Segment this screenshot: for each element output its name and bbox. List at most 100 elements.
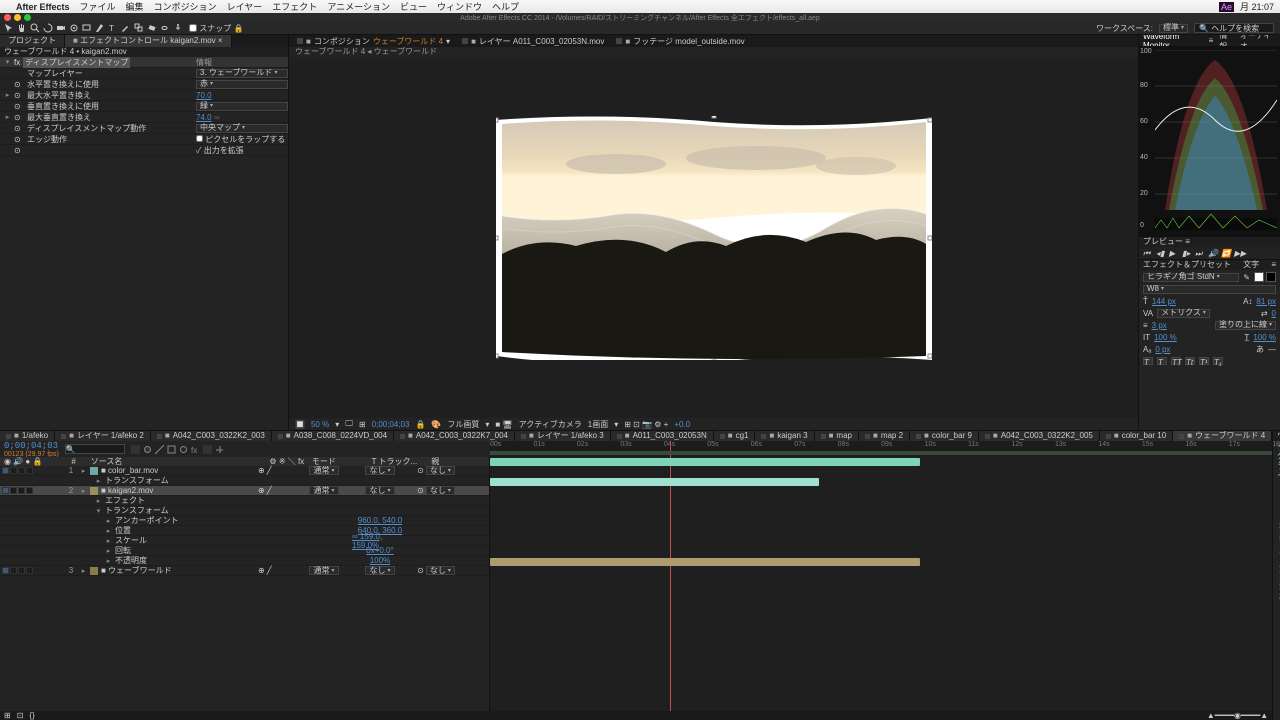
layer-bar[interactable]	[490, 478, 819, 486]
timeline-tab[interactable]: ■ 1/afeko	[0, 431, 55, 441]
preview-controls[interactable]: ⏮ ◂▮ ▶ ▮▸ ⏭ 🔊 🔁 ▶▶	[1139, 247, 1280, 259]
text-tool-icon[interactable]: T	[108, 23, 118, 33]
clone-tool-icon[interactable]	[134, 23, 144, 33]
viewer-tab-layer[interactable]: ■ レイヤー A011_C003_02053N.mov	[458, 36, 608, 46]
zoom-icon[interactable]	[24, 14, 31, 21]
timeline-tabs[interactable]: ■ 1/afeko■ レイヤー 1/afeko 2■ A042_C003_032…	[0, 431, 1272, 441]
selection-tool-icon[interactable]	[4, 23, 14, 33]
roto-tool-icon[interactable]	[160, 23, 170, 33]
layer-property-row[interactable]: ▸トランスフォーム	[0, 476, 489, 486]
timeline-footer[interactable]: ⊞ ⊡ {} ▲━━━━◉━━━━▲	[0, 711, 1272, 720]
prop-map-layer[interactable]: マップレイヤー3. ウェーブワールド	[0, 68, 288, 79]
stroke-swatch[interactable]	[1266, 272, 1276, 282]
loop-icon[interactable]: 🔁	[1221, 249, 1230, 257]
timeline-tab[interactable]: ■ A042_C003_0322K2_003	[151, 431, 272, 441]
prop-expand-output[interactable]: ⊙✓ 出力を拡張	[0, 145, 288, 156]
rect-tool-icon[interactable]	[82, 23, 92, 33]
layer-search[interactable]	[65, 444, 125, 454]
fill-swatch[interactable]	[1254, 272, 1264, 282]
prev-frame-icon[interactable]: ◂▮	[1156, 249, 1165, 257]
viewer-breadcrumb[interactable]: ウェーブワールド 4 ◂ ウェーブワールド	[289, 47, 1138, 57]
eyedropper-icon[interactable]: ✎	[1243, 273, 1250, 282]
zoom-tool-icon[interactable]	[30, 23, 40, 33]
camera-tool-icon[interactable]	[56, 23, 66, 33]
minimize-icon[interactable]	[14, 14, 21, 21]
preview-frame[interactable]	[496, 116, 932, 360]
timeline-tab[interactable]: ■ レイヤー 1/afeko 3	[515, 431, 611, 441]
timeline-switches[interactable]: fx	[131, 445, 224, 454]
scope-tabs[interactable]: Waveform Monitor≡ 情報 オーディオ	[1139, 35, 1280, 46]
timeline-tab[interactable]: ■ kaigan 3	[755, 431, 814, 441]
project-panel-tabs[interactable]: プロジェクト ■ エフェクトコントロール kaigan2.mov ×	[0, 35, 288, 47]
prop-vert-use[interactable]: ⊙垂直置き換えに使用緑	[0, 101, 288, 112]
font-dropdown[interactable]: ヒラギノ角ゴ StdN	[1143, 273, 1239, 282]
tab-effect-controls[interactable]: ■ エフェクトコントロール kaigan2.mov ×	[65, 35, 232, 47]
timeline-tab[interactable]: ■ ウェーブワールド 4	[1173, 431, 1272, 441]
viewer-tab-comp[interactable]: ■ コンポジション コンポジション ウェーブワールド 4ウェーブワールド 4 ▾	[293, 36, 454, 46]
timeline-tab[interactable]: ■ map	[815, 431, 859, 441]
menu-help[interactable]: ヘルプ	[492, 0, 519, 13]
menu-layer[interactable]: レイヤー	[227, 0, 263, 13]
macos-menubar[interactable]: After Effects ファイル 編集 コンポジション レイヤー エフェクト…	[0, 0, 1280, 13]
eraser-tool-icon[interactable]	[147, 23, 157, 33]
prop-edge[interactable]: ⊙エッジ動作 ピクセルをラップする	[0, 134, 288, 145]
play-icon[interactable]: ▶	[1169, 249, 1178, 257]
prop-map-behavior[interactable]: ⊙ディスプレイスメントマップ動作中央マップ	[0, 123, 288, 134]
layer-row[interactable]: 3▸■ ウェーブワールド⊕╱通常なし⊙ なし	[0, 566, 489, 576]
menu-composition[interactable]: コンポジション	[154, 0, 217, 13]
text-style-buttons[interactable]: TTTTTtT¹T₁	[1143, 356, 1276, 366]
menu-edit[interactable]: 編集	[126, 0, 144, 13]
close-icon[interactable]	[4, 14, 11, 21]
first-frame-icon[interactable]: ⏮	[1143, 249, 1152, 257]
character-panel[interactable]: エフェクト＆プリセット文字 ≡ ヒラギノ角ゴ StdN✎ W8 T̂144 px…	[1139, 259, 1280, 368]
wiggler-panel[interactable]: ウィグラーペイント 適用先空間パス ノイズの種類スムーズ 次元 周波数30.0 …	[1272, 431, 1280, 720]
menu-effect[interactable]: エフェクト	[272, 0, 317, 13]
timeline-tab[interactable]: ■ A042_C003_0322K2_005	[979, 431, 1100, 441]
timeline-tab[interactable]: ■ map 2	[859, 431, 910, 441]
effect-header-row[interactable]: ▾fx ディスプレイスメントマップ 情報	[0, 57, 288, 68]
pen-tool-icon[interactable]	[95, 23, 105, 33]
timeline-tab[interactable]: ■ レイヤー 1/afeko 2	[55, 431, 151, 441]
menu-view[interactable]: ビュー	[400, 0, 427, 13]
viewer-statusbar[interactable]: 🔲50 %▾ 🖵⊞ 0;00;04;03 🔒🎨フル画質▾ ■ 🖥アクティブカメラ…	[289, 418, 1138, 430]
traffic-lights[interactable]	[4, 14, 31, 21]
timeline-tab[interactable]: ■ A011_C003_02053N	[611, 431, 714, 441]
tool-icons[interactable]: T	[4, 23, 183, 33]
timeline-tab[interactable]: ■ A042_C003_0322K7_004	[394, 431, 515, 441]
time-ruler[interactable]: 00s01s02s03s04s05s06s07s08s09s10s11s12s1…	[490, 441, 1272, 457]
workspace-dropdown[interactable]: 標準	[1159, 24, 1188, 33]
prop-horiz-use[interactable]: ⊙水平置き換えに使用赤	[0, 79, 288, 90]
menu-window[interactable]: ウィンドウ	[437, 0, 482, 13]
hand-tool-icon[interactable]	[17, 23, 27, 33]
layer-bar[interactable]	[490, 458, 920, 466]
timeline-tab[interactable]: ■ color_bar 10	[1100, 431, 1173, 441]
toggle-modes-icon[interactable]: ⊡	[17, 711, 24, 720]
rotate-tool-icon[interactable]	[43, 23, 53, 33]
next-frame-icon[interactable]: ▮▸	[1182, 249, 1191, 257]
tab-project[interactable]: プロジェクト	[0, 35, 65, 47]
help-search[interactable]: 🔍 ヘルプを検索	[1194, 23, 1274, 33]
toggle-parent-icon[interactable]: {}	[29, 711, 34, 720]
composition-canvas[interactable]	[289, 57, 1138, 418]
menu-animation[interactable]: アニメーション	[327, 0, 390, 13]
timeline-tab[interactable]: ■ color_bar 9	[910, 431, 979, 441]
font-style-dropdown[interactable]: W8	[1143, 285, 1276, 294]
current-time[interactable]: 0;00;04;03	[4, 441, 59, 451]
cti-line[interactable]	[670, 457, 671, 711]
toggle-switches-icon[interactable]: ⊞	[4, 711, 11, 720]
puppet-tool-icon[interactable]	[173, 23, 183, 33]
zoom-slider[interactable]: ▲━━━━◉━━━━▲	[1207, 711, 1268, 720]
timeline-tab[interactable]: ■ cg1	[714, 431, 756, 441]
layer-bar[interactable]	[490, 558, 920, 566]
audio-icon[interactable]: 🔊	[1208, 249, 1217, 257]
snap-label[interactable]: スナップ 🔒	[189, 23, 243, 34]
effect-controls-panel[interactable]: ▾fx ディスプレイスメントマップ 情報 マップレイヤー3. ウェーブワールド …	[0, 57, 288, 430]
brush-tool-icon[interactable]	[121, 23, 131, 33]
menu-file[interactable]: ファイル	[80, 0, 116, 13]
timeline-lane[interactable]	[490, 457, 1272, 711]
ram-preview-icon[interactable]: ▶▶	[1234, 249, 1243, 257]
timeline-tab[interactable]: ■ A038_C008_0224VD_004	[272, 431, 394, 441]
viewer-tabs[interactable]: ■ コンポジション コンポジション ウェーブワールド 4ウェーブワールド 4 ▾…	[289, 35, 1138, 47]
pan-behind-tool-icon[interactable]	[69, 23, 79, 33]
viewer-tab-footage[interactable]: ■ フッテージ model_outside.mov	[612, 36, 748, 46]
